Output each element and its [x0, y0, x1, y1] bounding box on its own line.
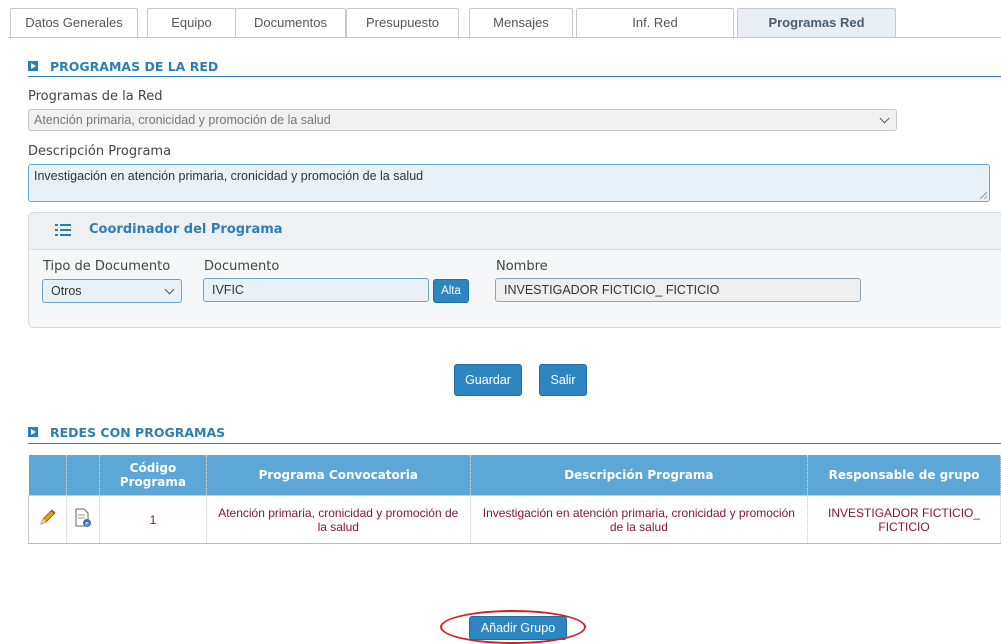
table-header-edit [28, 455, 67, 496]
descripcion-cell: Investigación en atención primaria, cron… [470, 495, 809, 544]
tab-inf-red[interactable]: Inf. Red [576, 8, 734, 37]
codigo-cell: 1 [99, 495, 207, 544]
section-divider [28, 443, 1001, 444]
table-header-descripcion[interactable]: Descripción Programa [470, 455, 809, 496]
table-header-codigo[interactable]: Código Programa [99, 455, 207, 496]
tab-programas-red[interactable]: Programas Red [737, 8, 896, 37]
nombre-label: Nombre [496, 259, 548, 274]
highlight-ellipse [440, 610, 586, 644]
tipo-documento-select[interactable]: Otros [42, 279, 182, 303]
coordinador-title: Coordinador del Programa [89, 222, 283, 237]
table-header-programa[interactable]: Programa Convocatoria [206, 455, 471, 496]
chevron-down-icon [879, 113, 890, 124]
responsable-cell: INVESTIGADOR FICTICIO_ FICTICIO [807, 495, 1001, 544]
tab-documentos[interactable]: Documentos [235, 8, 346, 37]
descripcion-textarea[interactable]: Investigación en atención primaria, cron… [28, 164, 990, 202]
edit-cell [28, 495, 67, 544]
tab-datos-generales[interactable]: Datos Generales [10, 8, 138, 37]
table-header-view [66, 455, 100, 496]
tab-presupuesto[interactable]: Presupuesto [346, 8, 459, 37]
section-arrow-icon [28, 61, 38, 71]
section-programas-header: PROGRAMAS DE LA RED [28, 56, 218, 76]
nombre-value: INVESTIGADOR FICTICIO_ FICTICIO [504, 283, 720, 297]
tab-equipo[interactable]: Equipo [147, 8, 236, 37]
coordinador-header: Coordinador del Programa [29, 213, 1001, 250]
tab-mensajes[interactable]: Mensajes [469, 8, 573, 37]
alta-button[interactable]: Alta [433, 279, 469, 303]
chevron-down-icon [164, 284, 175, 295]
table-row: e 1 Atención primaria, cronicidad y prom… [28, 495, 1001, 544]
table-header-row: Código Programa Programa Convocatoria De… [28, 455, 1001, 496]
salir-button[interactable]: Salir [539, 364, 587, 396]
guardar-button[interactable]: Guardar [454, 364, 522, 396]
programa-label: Programas de la Red [28, 89, 163, 104]
list-icon [55, 223, 71, 237]
programa-select[interactable]: Atención primaria, cronicidad y promoció… [28, 109, 897, 131]
documento-value: IVFIC [212, 283, 244, 297]
documento-label: Documento [204, 259, 280, 274]
section-programas-title: PROGRAMAS DE LA RED [50, 58, 219, 74]
descripcion-value: Investigación en atención primaria, cron… [34, 169, 424, 183]
tab-divider [8, 37, 1001, 38]
pencil-icon[interactable] [37, 508, 57, 528]
section-redes-title: REDES CON PROGRAMAS [50, 424, 226, 440]
descripcion-label: Descripción Programa [28, 144, 172, 159]
nombre-input[interactable]: INVESTIGADOR FICTICIO_ FICTICIO [495, 278, 861, 302]
tipo-documento-value: Otros [51, 284, 82, 298]
tipo-documento-label: Tipo de Documento [43, 259, 171, 274]
section-divider [28, 76, 1001, 77]
programas-table: Código Programa Programa Convocatoria De… [28, 455, 1001, 544]
document-icon[interactable]: e [74, 508, 92, 528]
svg-text:e: e [85, 521, 89, 528]
section-redes-header: REDES CON PROGRAMAS [28, 422, 225, 442]
documento-input[interactable]: IVFIC [203, 278, 429, 302]
section-arrow-icon [28, 427, 38, 437]
resize-grip-icon[interactable] [980, 192, 987, 199]
programa-select-value: Atención primaria, cronicidad y promoció… [34, 113, 331, 127]
programa-cell: Atención primaria, cronicidad y promoció… [206, 495, 471, 544]
view-cell: e [66, 495, 100, 544]
table-header-responsable[interactable]: Responsable de grupo [807, 455, 1001, 496]
